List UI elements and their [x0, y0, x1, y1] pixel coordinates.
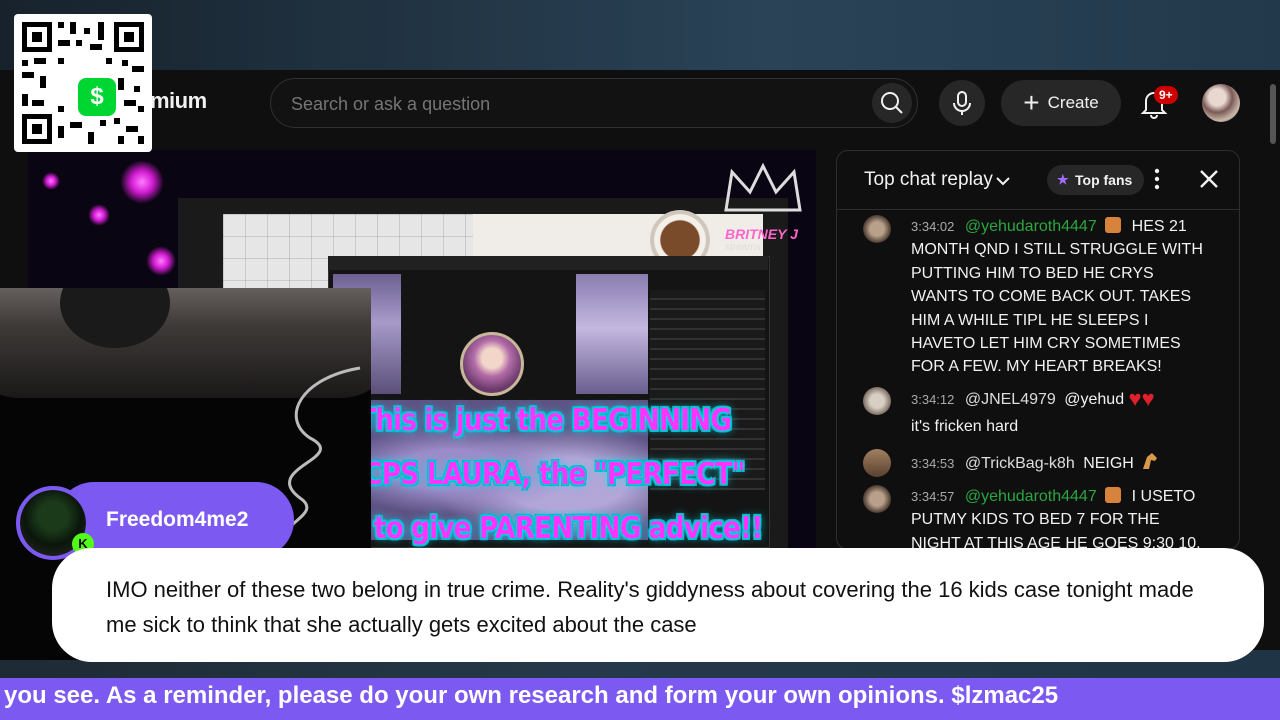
- live-chat-panel: Top chat replay ★ Top fans 3:34:02 @yehu…: [836, 150, 1240, 550]
- message-author[interactable]: @JNEL4979: [965, 391, 1056, 408]
- video-headline: This is just the BEGINNING CPS LAURA, th…: [358, 394, 763, 550]
- message-text: @yehud: [1064, 391, 1125, 408]
- glow-light: [42, 172, 60, 190]
- ticker-text: you see. As a reminder, please do your o…: [4, 682, 1059, 709]
- youtube-premium-logo[interactable]: mium: [150, 88, 207, 114]
- horse-emoji-icon: [1143, 453, 1158, 469]
- glow-light: [146, 246, 176, 276]
- headline-line: CPS LAURA, the "PERFECT": [363, 457, 745, 492]
- cashapp-qr-code: $: [14, 14, 152, 152]
- message-timestamp: 3:34:53: [911, 456, 955, 471]
- chat-header: Top chat replay ★ Top fans: [837, 151, 1239, 210]
- message-timestamp: 3:34:12: [911, 392, 955, 407]
- message-text-continued: it's fricken hard: [911, 418, 1019, 436]
- headline-line: This is just the BEGINNING: [358, 403, 732, 438]
- message-text: HES 21 MONTH QND I STILL STRUGGLE WITH P…: [911, 218, 1203, 376]
- star-icon: ★: [1057, 172, 1069, 187]
- user-avatar[interactable]: [863, 449, 891, 477]
- message-author[interactable]: @yehudaroth4447: [965, 218, 1097, 235]
- glow-light: [120, 160, 164, 204]
- cashapp-logo-icon: $: [78, 78, 116, 116]
- overlay-username: Freedom4me2: [106, 508, 249, 531]
- overlay-message-text: IMO neither of these two belong in true …: [106, 577, 1194, 637]
- user-avatar[interactable]: [863, 387, 891, 415]
- chat-message: 3:34:53 @TrickBag-k8h NEIGH: [863, 449, 1203, 477]
- crown-logo-icon: [724, 162, 802, 212]
- heart-emoji-icon: ♥: [1141, 386, 1155, 411]
- top-fans-label: Top fans: [1075, 172, 1133, 188]
- notification-count-badge: 9+: [1154, 86, 1178, 104]
- message-timestamp: 3:34:02: [911, 219, 955, 234]
- message-author[interactable]: @yehudaroth4447: [965, 488, 1097, 505]
- search-icon: [881, 92, 903, 114]
- message-text: NEIGH: [1083, 455, 1134, 472]
- search-input[interactable]: [289, 79, 853, 129]
- search-button[interactable]: [872, 83, 912, 123]
- glow-light: [88, 204, 110, 226]
- user-avatar[interactable]: [863, 485, 891, 513]
- account-avatar[interactable]: [1202, 84, 1240, 122]
- chevron-down-icon[interactable]: [995, 175, 1011, 187]
- overlay-message-bubble: IMO neither of these two belong in true …: [52, 548, 1264, 662]
- search-bar: [270, 78, 918, 129]
- heart-emoji-icon: ♥: [1128, 386, 1142, 411]
- streamer-logo-text: BRITNEY J: [725, 226, 798, 242]
- streamer-logo-subtext: streams: [725, 242, 761, 253]
- more-options-icon[interactable]: [1153, 167, 1161, 191]
- close-icon[interactable]: [1197, 167, 1221, 191]
- message-author[interactable]: @TrickBag-k8h: [965, 455, 1075, 472]
- nested-thumbnail: [576, 274, 648, 394]
- plus-icon: +: [1023, 87, 1040, 118]
- microphone-icon: [953, 91, 971, 115]
- member-badge-icon: [1105, 487, 1122, 503]
- chat-mode-selector[interactable]: Top chat replay: [864, 169, 993, 191]
- chat-message: 3:34:57 @yehudaroth4447 I USETO PUTMY KI…: [863, 485, 1203, 549]
- stream-background-top: [0, 0, 1280, 70]
- streamer-avatar-image: [460, 332, 524, 396]
- chat-message: 3:34:02 @yehudaroth4447 HES 21 MONTH QND…: [863, 215, 1203, 379]
- headline-line: to give PARENTING advice!!: [373, 511, 763, 546]
- chat-message: 3:34:12 @JNEL4979 @yehud ♥♥ it's fricken…: [863, 387, 1203, 439]
- create-label: Create: [1047, 93, 1099, 112]
- page-scrollbar[interactable]: [1268, 70, 1280, 650]
- scrollbar-thumb[interactable]: [1270, 84, 1276, 144]
- nested-browser-bar: [328, 256, 768, 270]
- message-timestamp: 3:34:57: [911, 489, 955, 504]
- voice-search-button[interactable]: [939, 80, 985, 126]
- member-badge-icon: [1105, 217, 1122, 233]
- top-fans-button[interactable]: ★ Top fans: [1047, 165, 1145, 195]
- user-avatar[interactable]: [863, 215, 891, 243]
- scrolling-ticker: you see. As a reminder, please do your o…: [0, 678, 1280, 720]
- create-button[interactable]: + Create: [1001, 80, 1121, 126]
